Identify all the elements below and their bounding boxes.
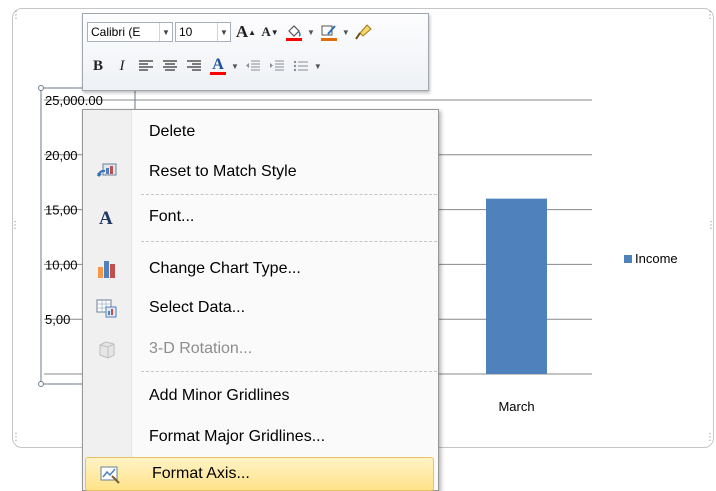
decrease-indent-button[interactable] xyxy=(242,55,264,77)
bold-button[interactable]: B xyxy=(87,55,109,77)
chevron-down-icon: ▼ xyxy=(159,23,172,41)
menu-item-delete[interactable]: Delete xyxy=(83,115,438,149)
font-size-dropdown[interactable]: 10 ▼ xyxy=(175,22,231,42)
menu-item-label: Add Minor Gridlines xyxy=(149,387,290,404)
3d-rotation-icon xyxy=(99,341,115,359)
italic-icon: I xyxy=(119,57,125,74)
align-center-icon xyxy=(163,60,177,71)
align-right-button[interactable] xyxy=(183,55,205,77)
bold-icon: B xyxy=(92,57,103,74)
menu-separator xyxy=(141,194,437,195)
menu-item-3d-rotation[interactable]: 3-D Rotation... xyxy=(83,332,438,366)
menu-item-label: Format Major Gridlines... xyxy=(149,428,326,445)
select-data-icon xyxy=(96,299,117,318)
menu-item-label: Delete xyxy=(149,123,196,140)
context-menu: Delete Reset to Match Style A Font... Ch… xyxy=(82,109,439,491)
legend[interactable]: Income xyxy=(624,251,678,266)
decrease-indent-icon xyxy=(245,60,260,71)
paint-bucket-icon xyxy=(286,25,302,41)
pen-icon xyxy=(320,25,337,41)
menu-item-label: Reset to Match Style xyxy=(149,163,297,180)
mini-toolbar: Calibri (E ▼ 10 ▼ A ▲ A ▼ ▼ ▼ B I A ▼ ▼ xyxy=(82,13,429,91)
chevron-down-icon[interactable]: ▼ xyxy=(314,62,322,71)
bar-income-march[interactable] xyxy=(486,198,547,374)
line-color-button[interactable] xyxy=(318,21,340,43)
bullets-button[interactable] xyxy=(290,55,312,77)
fill-color-button[interactable] xyxy=(283,21,305,43)
menu-item-add-minor-gridlines[interactable]: Add Minor Gridlines xyxy=(83,379,438,413)
menu-separator xyxy=(141,371,437,372)
reset-style-icon xyxy=(97,163,117,177)
increase-indent-button[interactable] xyxy=(266,55,288,77)
shrink-font-button[interactable]: A ▼ xyxy=(259,21,281,43)
menu-separator xyxy=(141,241,437,242)
format-painter-icon xyxy=(355,24,372,40)
bullets-icon xyxy=(293,60,308,72)
y-tick-label: 5,00 xyxy=(45,312,70,327)
chevron-down-icon[interactable]: ▼ xyxy=(307,28,315,37)
menu-item-label: Format Axis... xyxy=(152,465,250,482)
y-tick-label: 10,00 xyxy=(45,257,78,272)
align-right-icon xyxy=(187,60,201,71)
legend-swatch-income xyxy=(624,254,632,263)
menu-item-format-axis[interactable]: Format Axis... xyxy=(85,457,434,491)
menu-item-label: Select Data... xyxy=(149,299,246,316)
chevron-down-icon[interactable]: ▼ xyxy=(231,62,239,71)
x-tick-label: March xyxy=(498,399,534,414)
font-name-value: Calibri (E xyxy=(91,25,141,39)
y-tick-label: 15,00 xyxy=(45,203,78,218)
menu-item-change-chart-type[interactable]: Change Chart Type... xyxy=(83,252,438,286)
format-axis-icon xyxy=(100,466,120,484)
chevron-down-icon: ▼ xyxy=(217,23,230,41)
selection-handle[interactable] xyxy=(38,381,44,387)
chart-type-icon xyxy=(98,261,115,278)
align-left-button[interactable] xyxy=(135,55,157,77)
menu-item-format-major-gridlines[interactable]: Format Major Gridlines... xyxy=(83,420,438,454)
menu-item-reset-to-match-style[interactable]: Reset to Match Style xyxy=(83,155,438,189)
increase-indent-icon xyxy=(269,60,284,71)
grow-font-icon: A xyxy=(235,22,249,41)
italic-button[interactable]: I xyxy=(111,55,133,77)
menu-item-label: Font... xyxy=(149,208,195,225)
font-name-dropdown[interactable]: Calibri (E ▼ xyxy=(87,22,173,42)
selection-handle[interactable] xyxy=(38,85,44,91)
format-painter-button[interactable] xyxy=(353,21,375,43)
shrink-font-icon: A xyxy=(261,24,271,39)
svg-text:A: A xyxy=(99,208,113,227)
y-tick-label: 25,000.00 xyxy=(45,93,103,108)
font-color-icon: A xyxy=(212,55,224,73)
align-left-icon xyxy=(139,60,153,71)
menu-item-label: Change Chart Type... xyxy=(149,260,301,277)
menu-item-font[interactable]: A Font... xyxy=(83,200,438,234)
menu-item-label: 3-D Rotation... xyxy=(149,340,253,357)
menu-item-select-data[interactable]: Select Data... xyxy=(83,291,438,325)
grow-font-button[interactable]: A ▲ xyxy=(235,21,257,43)
y-tick-label: 20,00 xyxy=(45,148,78,163)
font-color-button[interactable]: A xyxy=(207,55,229,77)
font-size-value: 10 xyxy=(179,25,193,39)
chevron-down-icon[interactable]: ▼ xyxy=(342,28,350,37)
legend-label-income: Income xyxy=(635,251,678,266)
font-icon: A xyxy=(99,208,113,227)
align-center-button[interactable] xyxy=(159,55,181,77)
